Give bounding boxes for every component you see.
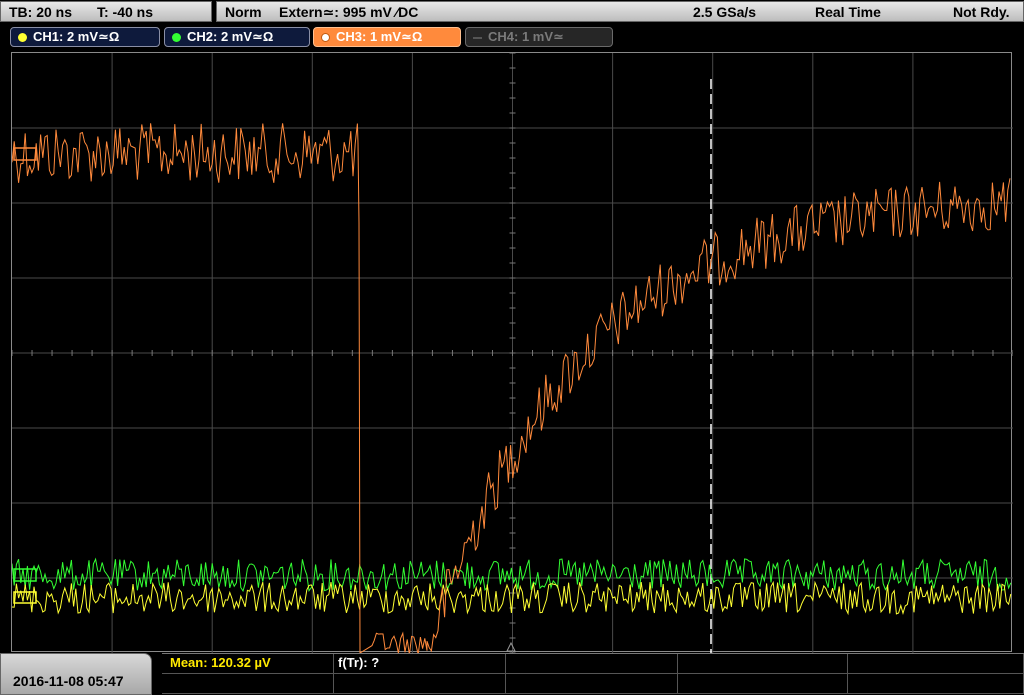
trigger-source: Extern≃: 995 mV ∕DC — [279, 4, 419, 20]
measurement-mean: Mean: 120.32 µV — [170, 655, 271, 670]
channel-4-indicator-icon — [473, 37, 482, 39]
waveform-display[interactable] — [11, 52, 1013, 653]
channel-3-indicator-icon — [321, 33, 330, 42]
trigger-panel[interactable]: Norm Extern≃: 995 mV ∕DC 2.5 GSa/s Real … — [216, 1, 1024, 22]
channel-2-waveform — [12, 557, 1012, 593]
channel-4-label: CH4: 1 mV≃ — [488, 29, 564, 44]
channel-2-tab[interactable]: CH2: 2 mV≃Ω — [164, 27, 310, 47]
center-marker-icon — [506, 641, 516, 652]
bottom-bar: 2016-11-08 05:47 Mean: 120.32 µV f(Tr): … — [0, 653, 1024, 695]
timebase-value: TB: 20 ns — [9, 4, 73, 20]
measurement-ftr: f(Tr): ? — [338, 655, 380, 670]
channel-2-indicator-icon — [172, 33, 181, 42]
channel-1-tab[interactable]: CH1: 2 mV≃Ω — [10, 27, 160, 47]
trigger-time-value: T: -40 ns — [97, 4, 154, 20]
channel-3-offset-marker-icon — [13, 147, 37, 161]
status-bar: TB: 20 ns T: -40 ns Norm Extern≃: 995 mV… — [0, 0, 1024, 25]
channel-2-label: CH2: 2 mV≃Ω — [187, 29, 274, 44]
channel-4-tab[interactable]: CH4: 1 mV≃ — [465, 27, 613, 47]
waveform-canvas — [12, 53, 1013, 653]
channel-1-indicator-icon — [18, 33, 27, 42]
channel-2-offset-marker-icon — [13, 568, 37, 582]
trigger-mode: Norm — [225, 4, 262, 20]
channel-3-tab[interactable]: CH3: 1 mV≃Ω — [313, 27, 461, 47]
measurement-panel[interactable]: Mean: 120.32 µV f(Tr): ? — [162, 653, 1024, 695]
acquisition-mode: Real Time — [815, 4, 881, 20]
acquisition-status: Not Rdy. — [953, 4, 1010, 20]
channel-3-label: CH3: 1 mV≃Ω — [336, 29, 423, 44]
datetime-display: 2016-11-08 05:47 — [0, 653, 152, 695]
sample-rate: 2.5 GSa/s — [693, 4, 757, 20]
graticule — [12, 53, 1013, 653]
channel-1-label: CH1: 2 mV≃Ω — [33, 29, 120, 44]
timebase-panel[interactable]: TB: 20 ns T: -40 ns — [0, 1, 212, 22]
